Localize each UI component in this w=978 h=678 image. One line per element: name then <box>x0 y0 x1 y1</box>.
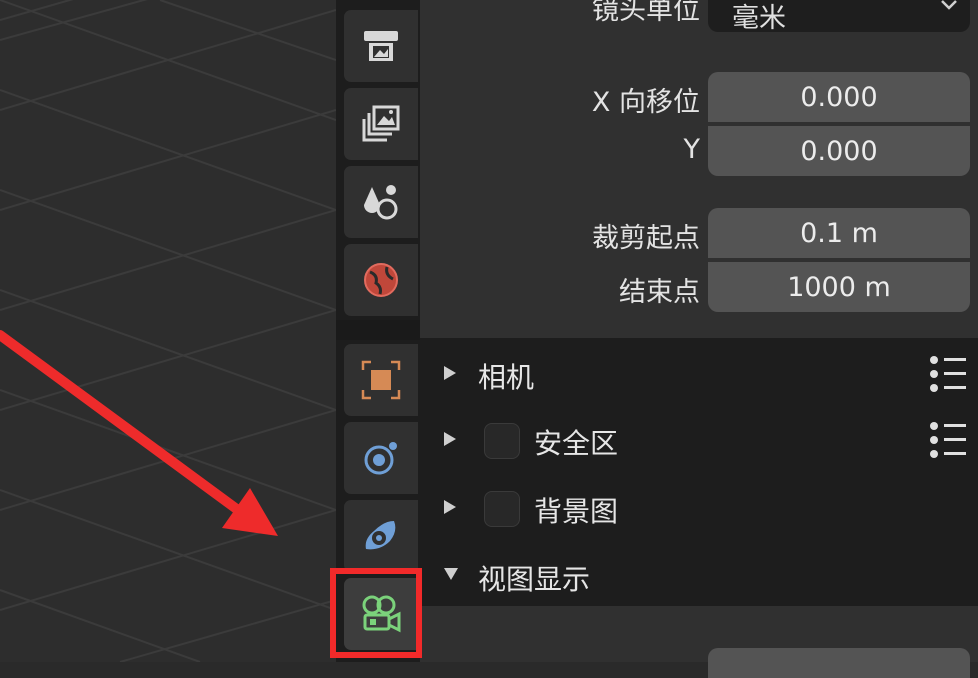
lens-unit-label: 镜头单位 <box>592 0 700 26</box>
output-icon <box>364 31 398 61</box>
properties-panel: 镜头单位 毫米 X 向移位 0.000 Y 0.000 裁剪起点 0.1 m 结… <box>420 0 978 678</box>
shift-y-field[interactable]: 0.000 <box>708 126 970 176</box>
section-safe-areas[interactable]: 安全区 <box>420 408 978 472</box>
lens-unit-dropdown[interactable]: 毫米 <box>708 0 970 34</box>
3d-viewport[interactable] <box>0 0 336 662</box>
section-safe-areas-label: 安全区 <box>534 427 619 460</box>
section-background-images-label: 背景图 <box>534 495 619 528</box>
clip-end-label: 结束点 <box>619 277 700 308</box>
chevron-down-icon <box>941 0 957 10</box>
camera-lens-subpanel: 镜头单位 毫米 X 向移位 0.000 Y 0.000 裁剪起点 0.1 m 结… <box>420 0 978 338</box>
section-camera[interactable]: 相机 <box>420 342 978 406</box>
tab-object[interactable] <box>344 344 418 416</box>
view-layer-icon <box>362 105 400 142</box>
section-camera-label: 相机 <box>478 361 535 394</box>
shift-x-field[interactable]: 0.000 <box>708 72 970 122</box>
shift-x-label: X 向移位 <box>591 87 700 118</box>
clip-end-field[interactable]: 1000 m <box>708 262 970 312</box>
camera-data-icon <box>362 595 401 633</box>
viewport-display-size-field[interactable] <box>708 648 970 678</box>
tab-camera-data[interactable] <box>344 578 418 650</box>
object-icon <box>361 360 401 400</box>
tab-output[interactable] <box>344 10 418 82</box>
triangle-right-icon <box>444 500 456 514</box>
world-icon <box>364 263 398 297</box>
background-images-checkbox[interactable] <box>484 491 520 527</box>
tab-constraints[interactable] <box>344 500 418 572</box>
triangle-right-icon <box>444 366 456 380</box>
drag-menu-icon[interactable] <box>926 420 970 460</box>
clip-start-field[interactable]: 0.1 m <box>708 208 970 258</box>
section-viewport-display[interactable]: 视图显示 <box>420 544 978 608</box>
triangle-down-icon <box>444 568 458 580</box>
triangle-right-icon <box>444 432 456 446</box>
tab-separator <box>336 320 420 340</box>
safe-areas-checkbox[interactable] <box>484 423 520 459</box>
scene-icon <box>364 185 398 220</box>
viewport-grid <box>0 0 336 662</box>
viewport-display-body <box>420 606 978 678</box>
lens-unit-value: 毫米 <box>732 3 786 34</box>
section-background-images[interactable]: 背景图 <box>420 476 978 540</box>
drag-menu-icon[interactable] <box>926 354 970 394</box>
tab-physics[interactable] <box>344 422 418 494</box>
physics-icon <box>364 442 397 475</box>
tab-scene[interactable] <box>344 166 418 238</box>
section-viewport-display-label: 视图显示 <box>478 563 591 596</box>
tab-world[interactable] <box>344 244 418 316</box>
tab-view-layer[interactable] <box>344 88 418 160</box>
constraints-icon <box>365 521 396 550</box>
properties-tabs <box>336 0 420 662</box>
shift-y-label: Y <box>683 134 701 165</box>
clip-start-label: 裁剪起点 <box>592 223 700 254</box>
